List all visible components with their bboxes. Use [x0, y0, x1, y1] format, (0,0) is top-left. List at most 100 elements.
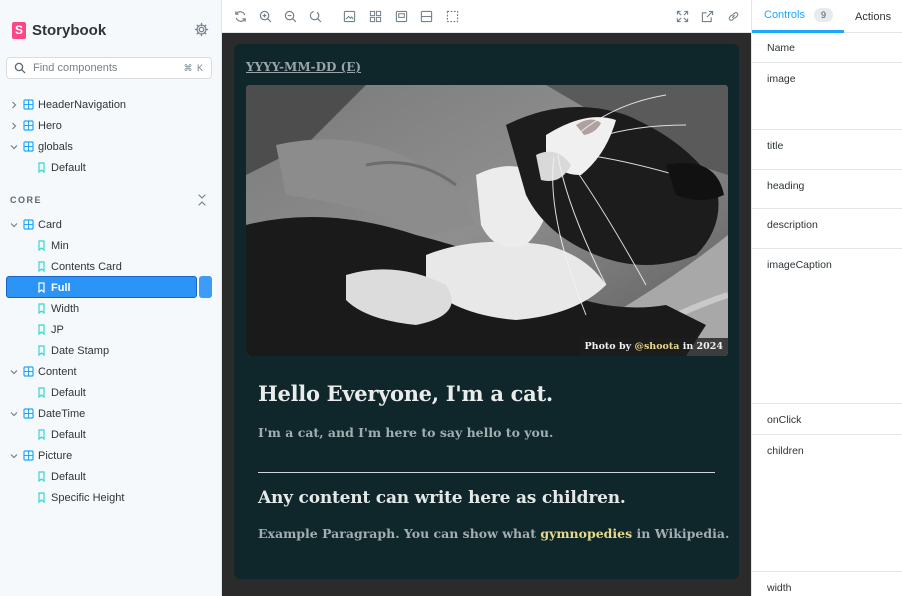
gear-icon[interactable] [194, 22, 209, 37]
chevron-down-icon[interactable] [10, 410, 18, 418]
zoom-reset-icon[interactable] [309, 10, 322, 23]
chevron-down-icon[interactable] [10, 452, 18, 460]
component-icon [23, 219, 34, 230]
tree-story-default[interactable]: Default [0, 157, 222, 178]
story-bookmark-icon [38, 429, 45, 440]
photo-caption: Photo by @shoota in 2024 [579, 338, 728, 356]
component-icon [23, 450, 34, 461]
tab-actions[interactable]: Actions [855, 0, 891, 33]
tab-controls[interactable]: Controls 9 [752, 0, 844, 33]
card-heading: Hello Everyone, I'm a cat. [258, 381, 553, 406]
tree-component-card[interactable]: Card [0, 214, 222, 235]
prop-row-image: image [752, 63, 902, 130]
tree-item-label: Contents Card [51, 260, 122, 273]
preview-toolbar [222, 0, 751, 33]
storybook-brand[interactable]: S Storybook [12, 20, 106, 40]
tree-story-default[interactable]: Default [0, 466, 222, 487]
tree-story-jp[interactable]: JP [0, 319, 222, 340]
tree-item-label: Date Stamp [51, 344, 110, 357]
tree-story-specific-height[interactable]: Specific Height [0, 487, 222, 508]
measure-icon[interactable] [420, 10, 433, 23]
story-bookmark-icon [38, 162, 45, 173]
chevron-down-icon[interactable] [10, 368, 18, 376]
tree-story-default[interactable]: Default [0, 424, 222, 445]
prop-row-heading: heading [752, 170, 902, 209]
tree-story-min[interactable]: Min [0, 235, 222, 256]
fullscreen-icon[interactable] [676, 10, 689, 23]
grid-icon[interactable] [369, 10, 382, 23]
viewport-icon[interactable] [395, 10, 408, 23]
prop-name: children [767, 445, 804, 457]
caption-prefix: Photo by [584, 341, 632, 352]
card-date[interactable]: YYYY-MM-DD (E) [246, 60, 361, 74]
component-icon [23, 99, 34, 110]
gymnopedies-link[interactable]: gymnopedies [540, 526, 632, 541]
prop-name: imageCaption [767, 259, 832, 271]
card-divider [258, 472, 715, 473]
chevron-right-icon[interactable] [10, 122, 18, 130]
tree-component-picture[interactable]: Picture [0, 445, 222, 466]
component-icon [23, 120, 34, 131]
zoom-in-icon[interactable] [259, 10, 272, 23]
zoom-out-icon[interactable] [284, 10, 297, 23]
tree-story-width[interactable]: Width [0, 298, 222, 319]
tree-component-headernavigation[interactable]: HeaderNavigation [0, 94, 222, 115]
story-bookmark-icon [38, 387, 45, 398]
component-icon [23, 408, 34, 419]
tree-item-label: Full [51, 281, 71, 294]
tree-story-contents-card[interactable]: Contents Card [0, 256, 222, 277]
storybook-logo: S [12, 21, 26, 39]
addons-panel: Controls 9 Actions Name image title headin… [751, 0, 902, 596]
prop-name: title [767, 140, 784, 152]
card: YYYY-MM-DD (E) Photo by @shoota in 2024 … [234, 44, 739, 579]
chevron-right-icon[interactable] [10, 101, 18, 109]
story-bookmark-icon [38, 240, 45, 251]
prop-row-description: description [752, 209, 902, 249]
background-icon[interactable] [343, 10, 356, 23]
controls-count-badge: 9 [813, 8, 833, 22]
core-section-label: CORE [10, 195, 43, 205]
tree-item-label: Content [38, 365, 77, 378]
reload-icon[interactable] [234, 10, 247, 23]
outline-icon[interactable] [446, 10, 459, 23]
tree-component-datetime[interactable]: DateTime [0, 403, 222, 424]
tree-component-content[interactable]: Content [0, 361, 222, 382]
tree-component-hero[interactable]: Hero [0, 115, 222, 136]
brand-name: Storybook [32, 21, 107, 39]
story-bookmark-icon [38, 282, 45, 293]
tree-item-label: Hero [38, 119, 62, 132]
children-paragraph: Example Paragraph. You can show what gym… [258, 526, 729, 541]
story-bookmark-icon [38, 324, 45, 335]
tree-item-label: globals [38, 140, 73, 153]
open-new-tab-icon[interactable] [701, 10, 714, 23]
story-bookmark-icon [38, 261, 45, 272]
tree-story-full[interactable]: Full [0, 277, 222, 298]
tree-story-default[interactable]: Default [0, 382, 222, 403]
prop-row-children: children [752, 435, 902, 572]
tree-item-label: Specific Height [51, 491, 125, 504]
caption-handle-link[interactable]: @shoota [634, 341, 679, 352]
collapse-all-icon[interactable] [197, 194, 207, 206]
search-box[interactable]: ⌘ K [6, 57, 212, 79]
paragraph-text-after: in Wikipedia. [636, 526, 730, 541]
story-bookmark-icon [38, 471, 45, 482]
tree-item-label: HeaderNavigation [38, 98, 127, 111]
chevron-down-icon[interactable] [10, 143, 18, 151]
tree-story-date-stamp[interactable]: Date Stamp [0, 340, 222, 361]
card-photo: Photo by @shoota in 2024 [246, 85, 728, 356]
prop-name: description [767, 219, 818, 231]
copy-link-icon[interactable] [727, 10, 740, 23]
tab-controls-label: Controls [764, 9, 805, 21]
prop-name: image [767, 73, 796, 85]
prop-row-title: title [752, 130, 902, 170]
search-input[interactable] [33, 62, 184, 74]
tree-item-label: Default [51, 470, 86, 483]
chevron-down-icon[interactable] [10, 221, 18, 229]
search-icon [14, 62, 26, 74]
tree-component-globals[interactable]: globals [0, 136, 222, 157]
tree-item-label: Default [51, 428, 86, 441]
cat-photo-image [246, 85, 728, 356]
prop-name: onClick [767, 414, 802, 426]
tree-item-label: Width [51, 302, 80, 315]
caption-suffix: in 2024 [682, 341, 723, 352]
